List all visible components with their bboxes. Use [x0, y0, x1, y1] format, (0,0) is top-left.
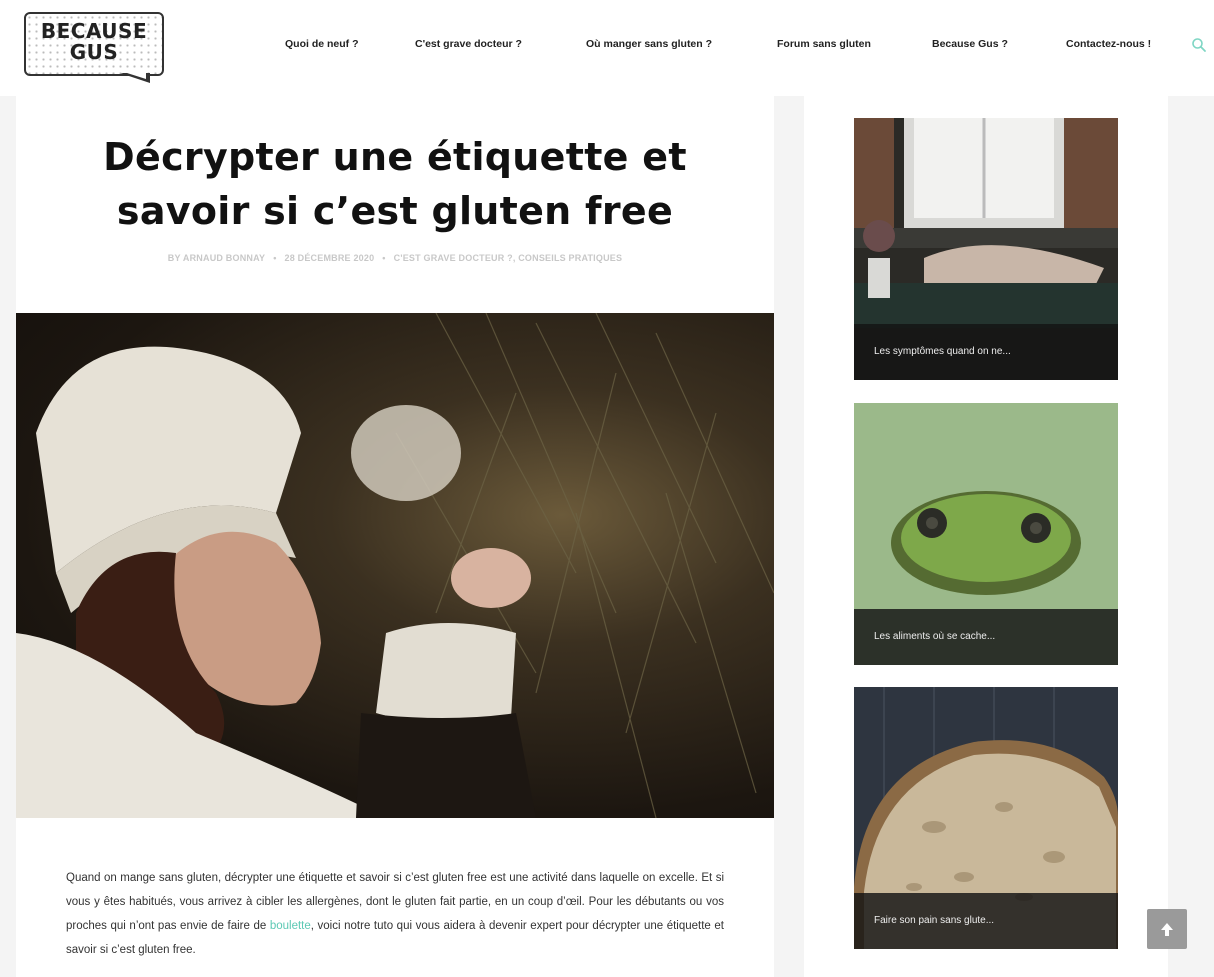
hero-image [16, 313, 774, 818]
nav-item-contactez-nous[interactable]: Contactez-nous ! [1066, 38, 1151, 50]
sidebar-card[interactable]: Les aliments où se cache... [854, 403, 1118, 665]
nav-item-forum[interactable]: Forum sans gluten [777, 38, 871, 50]
nav-item-cest-grave-docteur[interactable]: C'est grave docteur ? [415, 38, 522, 50]
card-caption: Les aliments où se cache... [854, 609, 1118, 665]
card-caption: Faire son pain sans glute... [854, 893, 1118, 949]
nav-item-quoi-de-neuf[interactable]: Quoi de neuf ? [285, 38, 359, 50]
logo-text: BECAUSE GUS [24, 21, 164, 63]
sidebar-card[interactable]: Faire son pain sans glute... [854, 687, 1118, 949]
nav-item-ou-manger[interactable]: Où manger sans gluten ? [586, 38, 712, 50]
sidebar-card[interactable]: Les symptômes quand on ne... [854, 118, 1118, 380]
logo-line-2: GUS [69, 40, 119, 64]
sidebar: Les symptômes quand on ne... Les aliment… [804, 96, 1168, 977]
logo-line-1: BECAUSE [40, 19, 148, 43]
back-to-top-button[interactable] [1147, 909, 1187, 949]
article-categories[interactable]: C'EST GRAVE DOCTEUR ?, CONSEILS PRATIQUE… [394, 253, 623, 263]
nav-item-because-gus[interactable]: Because Gus ? [932, 38, 1008, 50]
article-intro: Quand on mange sans gluten, décrypter un… [66, 866, 724, 962]
site-logo[interactable]: BECAUSE GUS [24, 12, 166, 83]
card-caption: Les symptômes quand on ne... [854, 324, 1118, 380]
article-date: 28 DÉCEMBRE 2020 [284, 253, 375, 263]
meta-separator: • [382, 253, 386, 263]
intro-link-boulette[interactable]: boulette [270, 920, 311, 932]
hero-illustration [16, 313, 774, 818]
article-title: Décrypter une étiquette et savoir si c’e… [103, 135, 687, 233]
article-meta: BY ARNAUD BONNAY • 28 DÉCEMBRE 2020 • C'EST … [16, 253, 774, 263]
arrow-up-icon [1161, 923, 1173, 936]
meta-separator: • [273, 253, 277, 263]
search-icon[interactable] [1191, 37, 1207, 53]
logo-bubble-tail-inner [124, 72, 146, 79]
site-header: BECAUSE GUS Quoi de neuf ? C'est grave d… [0, 0, 1214, 96]
article: Décrypter une étiquette et savoir si c’e… [16, 96, 774, 977]
article-author[interactable]: BY ARNAUD BONNAY [168, 253, 265, 263]
